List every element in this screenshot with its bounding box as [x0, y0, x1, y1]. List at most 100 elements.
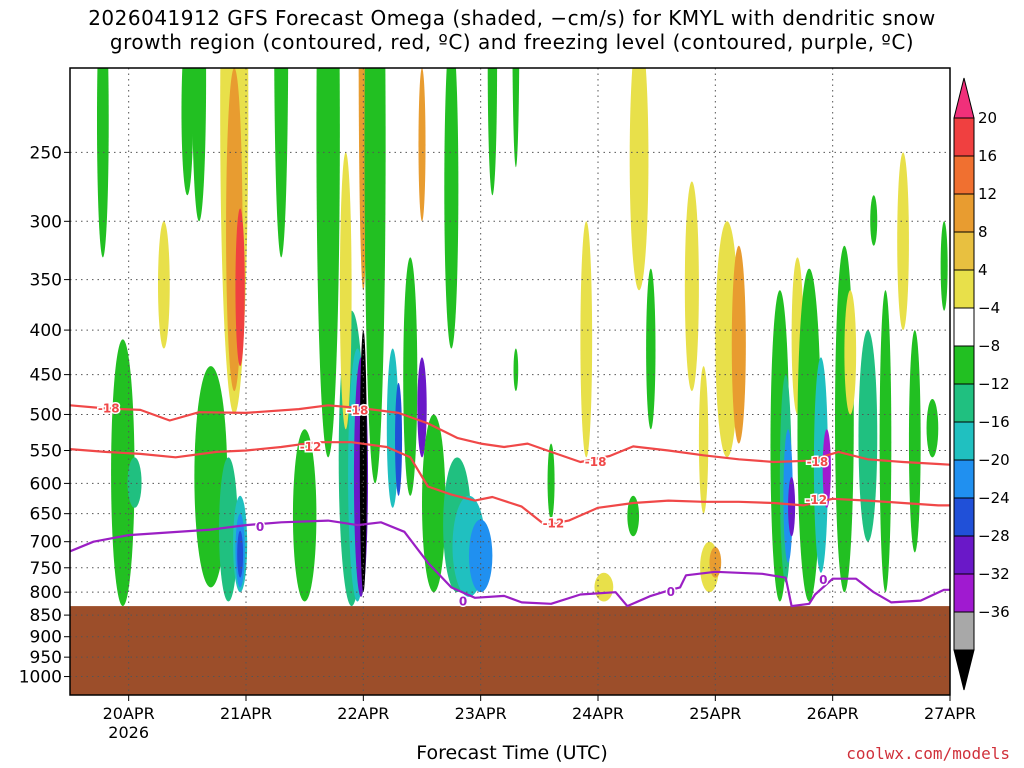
omega-cell-37 — [547, 443, 555, 520]
omega-cell-58 — [844, 290, 857, 415]
omega-cell-5 — [181, 68, 194, 196]
x-tick-label-21: 21APR — [220, 704, 272, 723]
y-tick-label-1000: 1000 — [19, 668, 62, 688]
ground-layer — [70, 606, 950, 695]
omega-cell-13 — [235, 208, 245, 367]
colorbar-label-0: 20 — [978, 109, 997, 127]
omega-cell-41 — [646, 268, 656, 430]
omega-cell-59 — [858, 330, 878, 542]
colorbar-label-3: 8 — [978, 223, 988, 241]
omega-cell-28 — [422, 414, 446, 593]
y-tick-label-400: 400 — [30, 321, 62, 341]
y-tick-label-800: 800 — [30, 583, 62, 603]
x-tick-label-26: 26APR — [807, 704, 859, 723]
colorbar-label-11: −28 — [978, 527, 1010, 545]
y-tick-label-450: 450 — [30, 366, 62, 386]
omega-cell-4 — [158, 221, 170, 349]
colorbar-swatch-4 — [953, 269, 975, 309]
colorbar-label-5: −4 — [978, 299, 1000, 317]
colorbar-swatch-12 — [953, 573, 975, 613]
y-tick-label-300: 300 — [30, 212, 62, 232]
colorbar-bottom-arrow — [953, 649, 975, 691]
contour-label-2-2: 0 — [667, 585, 675, 599]
omega-cell-65 — [870, 195, 878, 246]
omega-cell-44 — [698, 366, 709, 514]
omega-cell-64 — [940, 221, 948, 311]
colorbar-swatch-11 — [953, 535, 975, 575]
omega-cell-15 — [292, 429, 317, 602]
omega-cell-21 — [339, 152, 352, 430]
colorbar-swatch-6 — [953, 345, 975, 385]
omega-cell-39 — [594, 572, 614, 602]
y-tick-label-950: 950 — [30, 648, 62, 668]
colorbar-label-1: 16 — [978, 147, 997, 165]
omega-time-height-chart: -18 -18-18 -18-12-12-120000 25030035040045… — [19, 67, 1010, 740]
contour-label-2-3: 0 — [819, 573, 827, 587]
omega-cell-63 — [926, 399, 939, 458]
y-tick-label-500: 500 — [30, 405, 62, 425]
y-tick-label-350: 350 — [30, 271, 62, 291]
omega-cell-43 — [684, 181, 699, 392]
colorbar-swatch-1 — [953, 155, 975, 195]
colorbar-label-4: 4 — [978, 261, 988, 279]
x-tick-label-25: 25APR — [689, 704, 741, 723]
colorbar-label-13: −36 — [978, 603, 1010, 621]
x-axis: 20APR2026 21APR 22APR 23APR 24APR 25APR 26APR 2… — [103, 695, 976, 740]
x-tick-label-27: 27APR — [924, 704, 976, 723]
colorbar-swatch-0 — [953, 117, 975, 157]
colorbar-label-8: −16 — [978, 413, 1010, 431]
x-tick-sublabel-20: 2026 — [108, 723, 149, 740]
omega-cell-36 — [513, 348, 519, 392]
colorbar-top-arrow — [953, 77, 975, 119]
omega-cell-62 — [908, 330, 921, 553]
omega-cell-32 — [444, 68, 459, 349]
colorbar-label-6: −8 — [978, 337, 1000, 355]
colorbar-swatch-8 — [953, 421, 975, 461]
colorbar-label-12: −32 — [978, 565, 1010, 583]
colorbar-label-10: −24 — [978, 489, 1010, 507]
x-tick-label-23: 23APR — [455, 704, 507, 723]
omega-cell-48 — [731, 245, 746, 444]
omega-cell-35 — [418, 68, 426, 222]
y-tick-label-550: 550 — [30, 442, 62, 462]
y-tick-label-650: 650 — [30, 505, 62, 525]
y-axis: 2503003504004505005506006507007508008509… — [19, 143, 70, 688]
colorbar-swatch-2 — [953, 193, 975, 233]
colorbar-swatch-7 — [953, 383, 975, 423]
y-tick-label-250: 250 — [30, 143, 62, 163]
omega-cell-10 — [237, 530, 244, 578]
y-tick-label-700: 700 — [30, 533, 62, 553]
y-tick-label-900: 900 — [30, 628, 62, 648]
contour-label-2-1: 0 — [459, 595, 467, 609]
contour-label-1-2: -12 — [805, 493, 827, 507]
colorbar: 20 16 12 8 4 −4 −8 −12 −16 −20 −24 −28 −32 −36 — [953, 77, 1010, 691]
contour-label-1-0: -12 — [300, 440, 322, 454]
contour-label-0-0: -18 — [98, 401, 120, 415]
colorbar-swatch-13 — [953, 611, 975, 651]
credit-text: coolwx.com/models — [846, 744, 1010, 763]
colorbar-label-2: 12 — [978, 185, 997, 203]
contour-label-2-0: 0 — [256, 520, 264, 534]
y-tick-label-600: 600 — [30, 474, 62, 494]
contour-label-0-3: -18 — [807, 455, 829, 469]
omega-cell-52 — [788, 477, 796, 537]
omega-cell-26 — [403, 257, 418, 496]
omega-cell-38 — [580, 221, 593, 458]
colorbar-swatch-5 — [953, 307, 975, 347]
y-tick-label-850: 850 — [30, 606, 62, 626]
contour-label-1-1: -12 — [543, 516, 565, 530]
x-tick-label-22: 22APR — [337, 704, 389, 723]
colorbar-label-9: −20 — [978, 451, 1010, 469]
colorbar-swatch-9 — [953, 459, 975, 499]
colorbar-swatch-3 — [953, 231, 975, 271]
omega-cell-60 — [879, 290, 892, 593]
contour-label-0-1: -18 — [347, 404, 369, 418]
omega-cell-25 — [395, 382, 403, 496]
x-tick-label-24: 24APR — [572, 704, 624, 723]
omega-cell-61 — [897, 152, 909, 331]
colorbar-label-7: −12 — [978, 375, 1010, 393]
contour-label-0-2: -18 — [585, 455, 607, 469]
terrain-fill — [70, 606, 950, 695]
omega-cell-1 — [127, 457, 142, 508]
colorbar-swatch-10 — [953, 497, 975, 537]
